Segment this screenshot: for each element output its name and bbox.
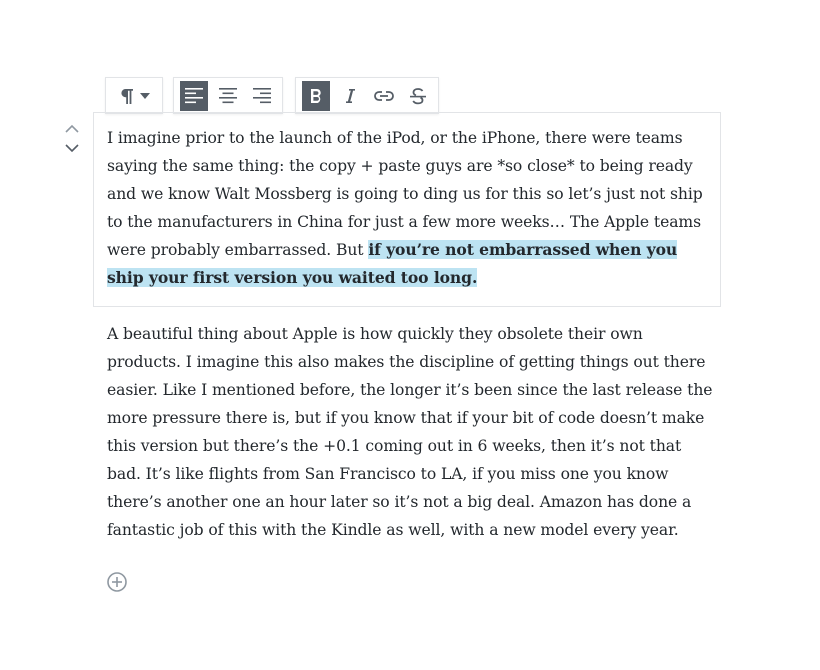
align-right-icon [253,87,271,103]
chevron-down-icon [65,144,79,153]
italic-button[interactable] [336,81,364,111]
add-block-button[interactable] [106,571,128,593]
strikethrough-icon [410,87,426,104]
move-up-button[interactable] [62,121,82,137]
move-down-button[interactable] [62,140,82,156]
link-button[interactable] [370,81,398,111]
formatting-group [295,77,439,114]
align-center-icon [219,87,237,103]
bold-icon [311,88,321,103]
block-switcher-group [105,77,163,114]
strikethrough-button[interactable] [404,81,432,111]
paragraph-block-1[interactable]: I imagine prior to the launch of the iPo… [107,124,717,292]
align-center-button[interactable] [214,81,242,111]
align-left-icon [185,87,203,103]
caret-down-icon [140,92,150,99]
block-type-switcher[interactable] [118,81,150,111]
alignment-group [173,77,283,114]
link-icon [374,90,394,101]
align-left-button[interactable] [180,80,208,111]
plus-circle-icon [107,572,127,592]
paragraph-icon [121,88,133,104]
align-right-button[interactable] [248,81,276,111]
bold-button[interactable] [302,80,330,111]
paragraph-block-2[interactable]: A beautiful thing about Apple is how qui… [107,320,717,544]
italic-icon [346,88,355,103]
chevron-up-icon [65,124,79,133]
block-toolbar [105,77,439,114]
